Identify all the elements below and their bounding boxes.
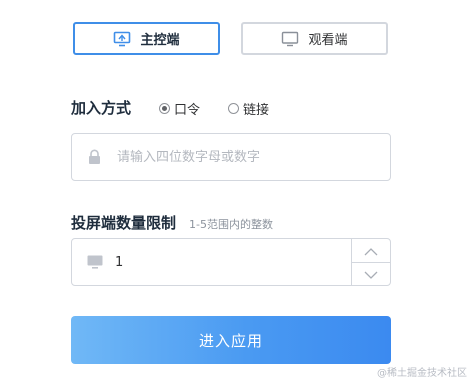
increment-button[interactable] [352, 239, 390, 263]
radio-passcode[interactable]: 口令 [159, 99, 200, 118]
passcode-input[interactable] [115, 148, 369, 166]
radio-link-label: 链接 [243, 103, 270, 118]
chevron-down-icon [364, 264, 378, 283]
decrement-button[interactable] [352, 263, 390, 286]
screen-limit-stepper[interactable]: 1 [71, 238, 391, 286]
screen-limit-hint: 1-5范围内的整数 [189, 218, 273, 231]
viewer-role-label: 观看端 [308, 33, 348, 48]
radio-circle-checked [159, 103, 170, 114]
passcode-field[interactable] [71, 133, 391, 181]
radio-link[interactable]: 链接 [228, 99, 269, 118]
host-role-label: 主控端 [140, 33, 180, 48]
join-mode-label: 加入方式 [71, 99, 132, 117]
monitor-icon [87, 255, 103, 269]
screen-limit-label: 投屏端数量限制 [71, 214, 177, 232]
screen-limit-value[interactable]: 1 [115, 255, 123, 270]
radio-passcode-label: 口令 [174, 103, 201, 118]
join-form: 主控端 观看端 加入方式 口令 链接 投屏端数量限制 1-5范围内的整数 [0, 0, 473, 384]
monitor-icon [281, 31, 299, 47]
screen-cast-icon [113, 31, 131, 47]
enter-app-button[interactable]: 进入应用 [71, 316, 391, 364]
radio-circle [228, 103, 239, 114]
lock-icon [88, 149, 101, 165]
stepper-controls [351, 239, 390, 285]
chevron-up-icon [364, 241, 378, 260]
host-role-button[interactable]: 主控端 [73, 22, 220, 55]
viewer-role-button[interactable]: 观看端 [241, 22, 388, 55]
watermark: @稀土掘金技术社区 [377, 368, 467, 379]
